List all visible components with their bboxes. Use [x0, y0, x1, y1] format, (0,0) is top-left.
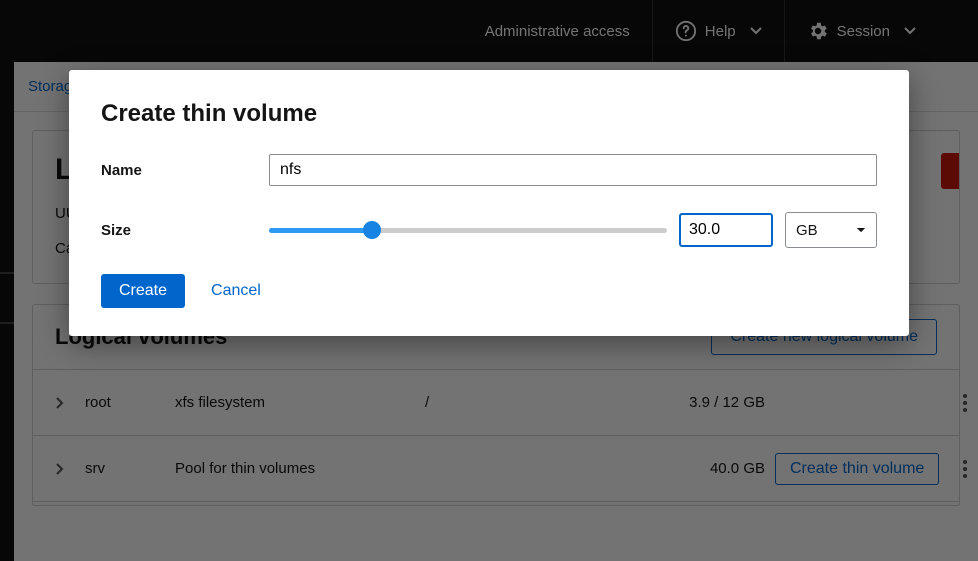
- size-slider[interactable]: [269, 221, 667, 239]
- create-button[interactable]: Create: [101, 274, 185, 308]
- size-unit-value: GB: [796, 222, 818, 239]
- name-row: Name: [101, 154, 877, 186]
- create-thin-volume-modal: Create thin volume Name Size GB: [69, 70, 909, 336]
- size-label: Size: [101, 222, 269, 239]
- size-unit-select[interactable]: GB: [785, 212, 877, 248]
- cancel-button[interactable]: Cancel: [211, 282, 261, 300]
- slider-thumb[interactable]: [363, 221, 381, 239]
- size-row: Size GB: [101, 212, 877, 248]
- modal-actions: Create Cancel: [101, 274, 877, 308]
- size-input[interactable]: [679, 213, 773, 247]
- chevron-down-icon: [856, 227, 866, 234]
- name-label: Name: [101, 162, 269, 179]
- modal-title: Create thin volume: [101, 100, 877, 128]
- modal-overlay: Create thin volume Name Size GB: [0, 0, 978, 561]
- name-input[interactable]: [269, 154, 877, 186]
